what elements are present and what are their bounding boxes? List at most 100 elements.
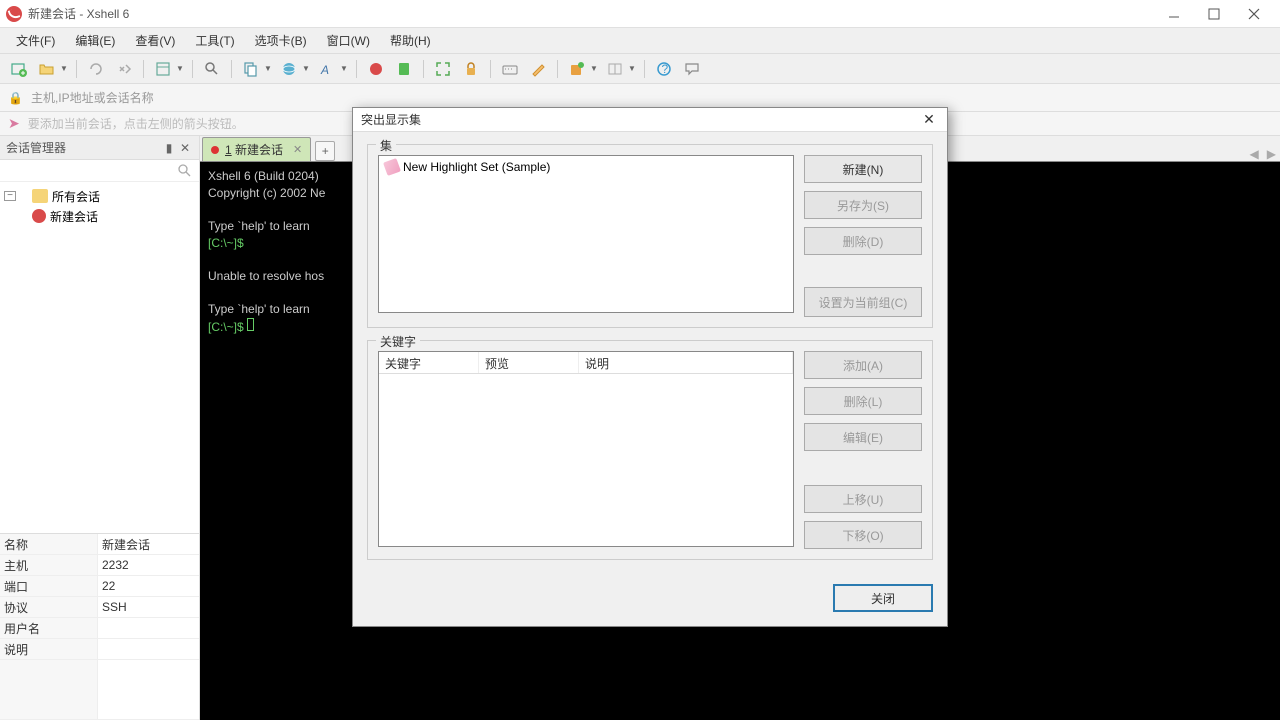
add-button[interactable]: 添加(A) <box>804 351 922 379</box>
folder-icon <box>32 189 48 203</box>
app-logo-icon <box>6 6 22 22</box>
menu-file[interactable]: 文件(F) <box>8 29 63 52</box>
titlebar: 新建会话 - Xshell 6 <box>0 0 1280 28</box>
search-small-icon <box>177 163 193 179</box>
dialog-titlebar: 突出显示集 ✕ <box>353 108 947 132</box>
hint-text: 要添加当前会话，点击左侧的箭头按钮。 <box>28 115 244 132</box>
properties-dropdown[interactable]: ▼ <box>176 64 184 73</box>
layout-icon[interactable] <box>604 58 626 80</box>
fullscreen-icon[interactable] <box>432 58 454 80</box>
session-manager-panel: 会话管理器 ▮ ✕ − 所有会话 新建会话 名称新建会话 主机2232 端口22 <box>0 136 200 720</box>
lock-icon[interactable] <box>460 58 482 80</box>
set-item-label: New Highlight Set (Sample) <box>403 160 550 174</box>
reconnect-icon[interactable] <box>85 58 107 80</box>
search-icon[interactable] <box>201 58 223 80</box>
globe-dropdown[interactable]: ▼ <box>302 64 310 73</box>
window-title: 新建会话 - Xshell 6 <box>28 5 129 22</box>
saveas-button[interactable]: 另存为(S) <box>804 191 922 219</box>
set-group: 集 New Highlight Set (Sample) 新建(N) 另存为(S… <box>367 144 933 328</box>
tab-prev-icon[interactable]: ◀ <box>1246 147 1263 161</box>
open-dropdown[interactable]: ▼ <box>60 64 68 73</box>
cursor <box>247 318 254 331</box>
listview-header: 关键字 预览 说明 <box>379 352 793 374</box>
add-tab-button[interactable]: + <box>315 141 335 161</box>
font-dropdown[interactable]: ▼ <box>340 64 348 73</box>
col-preview[interactable]: 预览 <box>479 352 579 373</box>
menu-help[interactable]: 帮助(H) <box>382 29 439 52</box>
address-placeholder: 主机,IP地址或会话名称 <box>31 89 154 106</box>
session-label: 新建会话 <box>50 208 98 225</box>
prop-row: 协议SSH <box>0 597 199 618</box>
menubar: 文件(F) 编辑(E) 查看(V) 工具(T) 选项卡(B) 窗口(W) 帮助(… <box>0 28 1280 54</box>
list-item[interactable]: New Highlight Set (Sample) <box>381 158 791 176</box>
status-dot-icon <box>211 146 219 154</box>
open-icon[interactable] <box>36 58 58 80</box>
session-tree: − 所有会话 新建会话 <box>0 182 199 533</box>
svg-text:?: ? <box>662 62 669 76</box>
prop-row: 名称新建会话 <box>0 534 199 555</box>
col-desc[interactable]: 说明 <box>579 352 793 373</box>
copy-dropdown[interactable]: ▼ <box>264 64 272 73</box>
addon-icon[interactable] <box>566 58 588 80</box>
addon-dropdown[interactable]: ▼ <box>590 64 598 73</box>
sidebar-title: 会话管理器 <box>6 139 66 156</box>
pin-icon[interactable]: ▮ <box>161 141 177 155</box>
delete-kw-button[interactable]: 删除(L) <box>804 387 922 415</box>
session-tab[interactable]: 1 新建会话 ✕ <box>202 137 311 161</box>
tree-session[interactable]: 新建会话 <box>4 206 195 226</box>
chat-icon[interactable] <box>681 58 703 80</box>
toolbar: ▼ ▼ ▼ ▼ A ▼ ▼ ▼ ? <box>0 54 1280 84</box>
menu-tab[interactable]: 选项卡(B) <box>247 29 315 52</box>
prop-row <box>0 660 199 720</box>
disconnect-icon[interactable] <box>113 58 135 80</box>
new-button[interactable]: 新建(N) <box>804 155 922 183</box>
sidebar-close-icon[interactable]: ✕ <box>177 141 193 155</box>
highlight-set-icon <box>383 158 401 176</box>
svg-text:A: A <box>320 63 329 77</box>
properties-grid: 名称新建会话 主机2232 端口22 协议SSH 用户名 说明 <box>0 533 199 720</box>
globe-icon[interactable] <box>278 58 300 80</box>
moveup-button[interactable]: 上移(U) <box>804 485 922 513</box>
help-icon[interactable]: ? <box>653 58 675 80</box>
maximize-button[interactable] <box>1194 4 1234 24</box>
font-icon[interactable]: A <box>316 58 338 80</box>
keyword-group: 关键字 关键字 预览 说明 添加(A) 删除(L) 编辑(E) 上移(U) 下移… <box>367 340 933 560</box>
dialog-close-icon[interactable]: ✕ <box>919 111 939 128</box>
keyword-listview[interactable]: 关键字 预览 说明 <box>378 351 794 547</box>
session-icon <box>32 209 46 223</box>
script-icon[interactable] <box>393 58 415 80</box>
sidebar-header: 会话管理器 ▮ ✕ <box>0 136 199 160</box>
menu-window[interactable]: 窗口(W) <box>319 29 378 52</box>
set-listbox[interactable]: New Highlight Set (Sample) <box>378 155 794 313</box>
properties-icon[interactable] <box>152 58 174 80</box>
tab-next-icon[interactable]: ▶ <box>1263 147 1280 161</box>
new-session-icon[interactable] <box>8 58 30 80</box>
arrow-icon[interactable]: ➤ <box>8 115 20 132</box>
edit-button[interactable]: 编辑(E) <box>804 423 922 451</box>
menu-view[interactable]: 查看(V) <box>127 29 183 52</box>
set-group-label: 集 <box>376 137 396 154</box>
copy-icon[interactable] <box>240 58 262 80</box>
close-button[interactable]: 关闭 <box>833 584 933 612</box>
sidebar-search[interactable] <box>0 160 199 182</box>
tree-root[interactable]: − 所有会话 <box>4 186 195 206</box>
expand-icon[interactable]: − <box>4 191 16 201</box>
layout-dropdown[interactable]: ▼ <box>628 64 636 73</box>
dialog-title: 突出显示集 <box>361 111 421 128</box>
menu-tools[interactable]: 工具(T) <box>187 29 242 52</box>
keyboard-icon[interactable] <box>499 58 521 80</box>
highlight-set-dialog: 突出显示集 ✕ 集 New Highlight Set (Sample) 新建(… <box>352 107 948 627</box>
col-keyword[interactable]: 关键字 <box>379 352 479 373</box>
prop-row: 说明 <box>0 639 199 660</box>
menu-edit[interactable]: 编辑(E) <box>67 29 123 52</box>
minimize-button[interactable] <box>1154 4 1194 24</box>
delete-button[interactable]: 删除(D) <box>804 227 922 255</box>
record-icon[interactable] <box>365 58 387 80</box>
tab-close-icon[interactable]: ✕ <box>293 143 302 156</box>
highlight-icon[interactable] <box>527 58 549 80</box>
movedown-button[interactable]: 下移(O) <box>804 521 922 549</box>
close-button[interactable] <box>1234 4 1274 24</box>
lock-small-icon: 🔒 <box>8 91 23 105</box>
prop-row: 端口22 <box>0 576 199 597</box>
set-current-button[interactable]: 设置为当前组(C) <box>804 287 922 317</box>
